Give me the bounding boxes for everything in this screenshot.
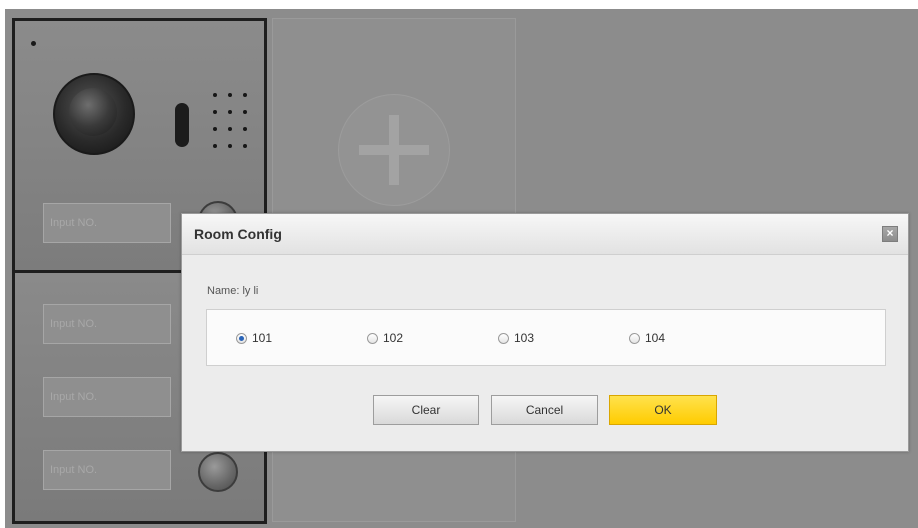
room-config-dialog: Room Config × Name: ly li 101 102 103 10… bbox=[181, 213, 909, 452]
radio-unselected-icon[interactable] bbox=[498, 332, 509, 344]
room-option-102[interactable]: 102 bbox=[367, 331, 403, 345]
dialog-header: Room Config × bbox=[182, 214, 908, 255]
room-option-label: 102 bbox=[383, 331, 404, 345]
camera-icon bbox=[53, 73, 135, 155]
call-button-icon[interactable] bbox=[198, 452, 238, 492]
room-option-101[interactable]: 101 bbox=[236, 331, 272, 345]
room-option-label: 101 bbox=[252, 331, 273, 345]
dialog-title: Room Config bbox=[194, 226, 282, 242]
input-no-field[interactable]: Input NO. bbox=[43, 377, 171, 417]
input-no-field[interactable]: Input NO. bbox=[43, 450, 171, 490]
camera-lens-icon bbox=[69, 88, 117, 136]
plus-icon[interactable] bbox=[338, 94, 450, 206]
room-option-104[interactable]: 104 bbox=[629, 331, 665, 345]
room-option-label: 104 bbox=[645, 331, 666, 345]
input-no-field[interactable]: Input NO. bbox=[43, 304, 171, 344]
radio-selected-icon[interactable] bbox=[236, 332, 247, 344]
speaker-grille-icon bbox=[211, 91, 255, 161]
room-option-label: 103 bbox=[514, 331, 535, 345]
name-label: Name: ly li bbox=[207, 285, 259, 297]
microphone-slot-icon bbox=[175, 103, 189, 147]
close-icon[interactable]: × bbox=[882, 226, 898, 242]
ok-button[interactable]: OK bbox=[609, 395, 717, 425]
radio-unselected-icon[interactable] bbox=[367, 332, 378, 344]
input-no-field[interactable]: Input NO. bbox=[43, 203, 171, 243]
indicator-led-icon bbox=[31, 41, 36, 46]
room-options-box: 101 102 103 104 bbox=[206, 309, 886, 366]
room-option-103[interactable]: 103 bbox=[498, 331, 534, 345]
clear-button[interactable]: Clear bbox=[373, 395, 479, 425]
radio-unselected-icon[interactable] bbox=[629, 332, 640, 344]
cancel-button[interactable]: Cancel bbox=[491, 395, 598, 425]
